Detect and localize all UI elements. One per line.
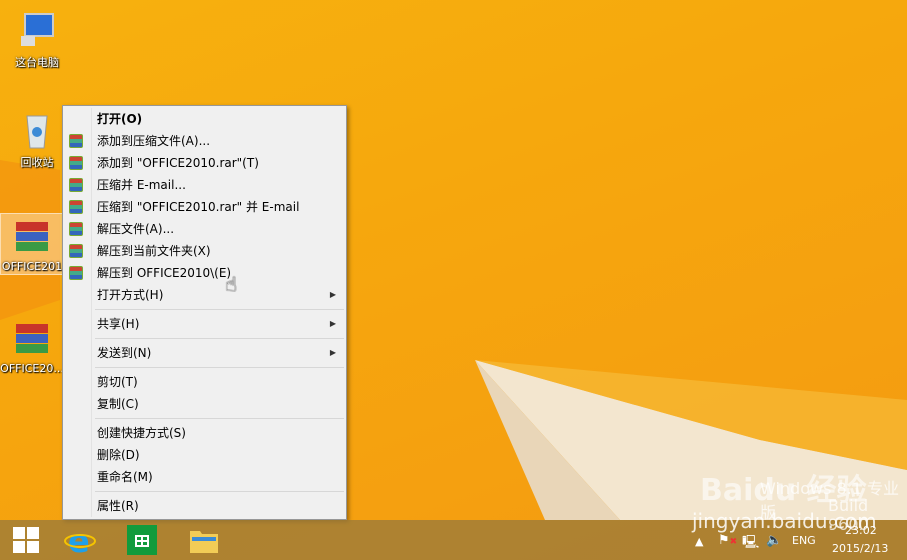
menu-separator <box>95 338 344 339</box>
menu-item-label: 打开方式(H) <box>97 288 164 302</box>
menu-item[interactable]: 添加到压缩文件(A)... <box>63 130 346 152</box>
submenu-arrow-icon: ▶ <box>329 348 336 357</box>
icon-label: 回收站 <box>20 156 54 169</box>
winrar-icon <box>69 178 83 192</box>
icon-label: OFFICE20... <box>0 362 64 375</box>
menu-separator <box>95 367 344 368</box>
store-icon <box>127 525 157 555</box>
menu-item[interactable]: 解压到 OFFICE2010\(E) <box>63 262 346 284</box>
menu-item-label: 解压到 OFFICE2010\(E) <box>97 266 232 280</box>
action-center-flag-icon[interactable]: ⚑✖ <box>718 533 737 548</box>
menu-item-label: 发送到(N) <box>97 346 152 360</box>
start-icon <box>13 527 39 553</box>
menu-item[interactable]: 打开(O) <box>63 108 346 130</box>
internet-explorer-icon: e <box>64 524 96 556</box>
menu-item-label: 删除(D) <box>97 448 140 462</box>
menu-item-label: 解压文件(A)... <box>97 222 175 236</box>
menu-item-label: 剪切(T) <box>97 375 138 389</box>
menu-separator <box>95 491 344 492</box>
network-icon[interactable]: 🖳 <box>742 533 759 555</box>
taskbar-file-explorer[interactable] <box>178 520 230 560</box>
winrar-icon <box>69 222 83 236</box>
menu-item[interactable]: 创建快捷方式(S) <box>63 422 346 444</box>
menu-item[interactable]: 剪切(T) <box>63 371 346 393</box>
icon-label: OFFICE201 <box>1 260 63 273</box>
desktop-icon-office2010-selected[interactable]: OFFICE201 <box>0 213 64 275</box>
svg-text:e: e <box>68 524 90 556</box>
menu-item[interactable]: 压缩并 E-mail... <box>63 174 346 196</box>
menu-item-label: 添加到 "OFFICE2010.rar"(T) <box>97 156 259 170</box>
menu-item[interactable]: 重命名(M) <box>63 466 346 488</box>
volume-icon[interactable]: 🔈 <box>766 533 782 548</box>
menu-item[interactable]: 删除(D) <box>63 444 346 466</box>
winrar-icon <box>69 266 83 280</box>
show-hidden-icons-arrow-icon[interactable]: ▲ <box>695 535 703 548</box>
menu-item[interactable]: 添加到 "OFFICE2010.rar"(T) <box>63 152 346 174</box>
file-explorer-icon <box>190 531 218 553</box>
menu-separator <box>95 418 344 419</box>
hand-cursor-icon: ☝ <box>225 272 238 296</box>
winrar-icon <box>69 134 83 148</box>
context-menu: 打开(O) 添加到压缩文件(A)... 添加到 "OFFICE2010.rar"(T… <box>62 105 347 520</box>
menu-item-label: 创建快捷方式(S) <box>97 426 186 440</box>
taskbar-internet-explorer[interactable]: e <box>54 520 106 560</box>
menu-item-label: 添加到压缩文件(A)... <box>97 134 211 148</box>
clock-time[interactable]: 23:02 <box>845 524 877 537</box>
winrar-icon <box>69 200 83 214</box>
winrar-archive-icon <box>12 216 52 256</box>
input-language[interactable]: ENG <box>792 534 816 547</box>
winrar-icon <box>69 244 83 258</box>
clock-date[interactable]: 2015/2/13 <box>832 542 888 555</box>
menu-item-label: 重命名(M) <box>97 470 153 484</box>
submenu-arrow-icon: ▶ <box>329 319 336 328</box>
taskbar-store[interactable] <box>116 520 168 560</box>
start-button[interactable] <box>0 520 52 560</box>
menu-item[interactable]: 压缩到 "OFFICE2010.rar" 并 E-mail <box>63 196 346 218</box>
menu-item[interactable]: 打开方式(H) ▶ <box>63 284 346 306</box>
winrar-icon <box>69 156 83 170</box>
desktop-icon-recycle-bin[interactable]: 回收站 <box>5 110 69 170</box>
menu-item-label: 属性(R) <box>97 499 139 513</box>
menu-item[interactable]: 发送到(N) ▶ <box>63 342 346 364</box>
desktop-icon-office2010[interactable]: OFFICE20... <box>0 318 64 375</box>
menu-separator <box>95 309 344 310</box>
menu-item[interactable]: 共享(H) ▶ <box>63 313 346 335</box>
menu-item-label: 复制(C) <box>97 397 139 411</box>
menu-item-label: 压缩并 E-mail... <box>97 178 186 192</box>
menu-item[interactable]: 属性(R) <box>63 495 346 517</box>
taskbar: e ▲ ⚑✖ 🖳 🔈 ENG 23:02 2015/2/13 <box>0 520 907 560</box>
submenu-arrow-icon: ▶ <box>329 290 336 299</box>
menu-item-label: 压缩到 "OFFICE2010.rar" 并 E-mail <box>97 200 300 214</box>
menu-item[interactable]: 解压到当前文件夹(X) <box>63 240 346 262</box>
menu-item-label: 解压到当前文件夹(X) <box>97 244 211 258</box>
menu-item-label: 打开(O) <box>97 112 143 126</box>
winrar-archive-icon <box>12 318 52 358</box>
menu-item[interactable]: 复制(C) <box>63 393 346 415</box>
desktop-icon-this-pc[interactable]: 这台电脑 <box>5 10 69 70</box>
computer-icon <box>17 10 57 50</box>
icon-label: 这台电脑 <box>15 56 59 69</box>
recycle-bin-icon <box>17 110 57 150</box>
menu-item[interactable]: 解压文件(A)... <box>63 218 346 240</box>
menu-item-label: 共享(H) <box>97 317 140 331</box>
